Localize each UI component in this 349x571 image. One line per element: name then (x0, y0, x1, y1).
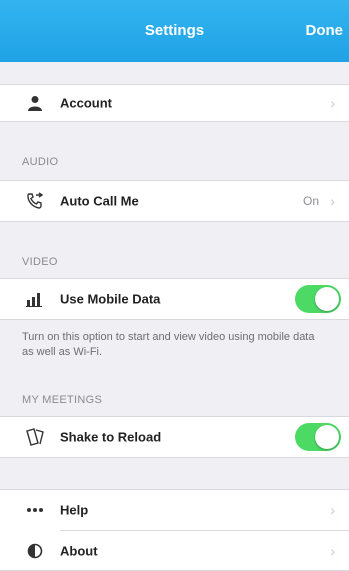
shake-icon (24, 426, 46, 448)
about-icon (24, 540, 46, 562)
account-row[interactable]: Account › (0, 84, 349, 122)
shake-to-reload-label: Shake to Reload (60, 429, 162, 445)
chevron-right-icon: › (330, 95, 335, 111)
auto-call-icon (24, 190, 46, 212)
page-title: Settings (144, 22, 205, 39)
mobile-data-footnote: Turn on this option to start and view vi… (22, 331, 315, 358)
help-label: Help (60, 502, 89, 518)
account-label: Account (60, 95, 112, 111)
help-row[interactable]: Help › (0, 490, 349, 530)
about-label: About (60, 543, 98, 559)
help-about-group: Help › About › (0, 489, 349, 571)
use-mobile-data-row: Use Mobile Data (0, 278, 349, 320)
chevron-right-icon: › (330, 502, 335, 518)
toggle-knob (315, 287, 339, 311)
done-button[interactable]: Done (306, 22, 344, 39)
chevron-right-icon: › (330, 543, 335, 559)
auto-call-me-row[interactable]: Auto Call Me On › (0, 180, 349, 222)
signal-bars-icon (24, 288, 46, 310)
more-dots-icon (24, 499, 46, 521)
use-mobile-data-toggle[interactable] (295, 285, 341, 313)
shake-to-reload-toggle[interactable] (295, 423, 341, 451)
audio-section-header: AUDIO (22, 156, 59, 168)
auto-call-me-value: On (302, 194, 319, 208)
about-row[interactable]: About › (0, 531, 349, 571)
toggle-knob (315, 425, 339, 449)
chevron-right-icon: › (330, 193, 335, 209)
shake-to-reload-row: Shake to Reload (0, 416, 349, 458)
my-meetings-section-header: MY MEETINGS (22, 394, 103, 406)
person-icon (24, 92, 46, 114)
video-section-header: VIDEO (22, 256, 58, 268)
auto-call-me-label: Auto Call Me (60, 193, 139, 209)
navigation-bar: Settings Done (0, 0, 349, 62)
use-mobile-data-label: Use Mobile Data (60, 291, 161, 307)
